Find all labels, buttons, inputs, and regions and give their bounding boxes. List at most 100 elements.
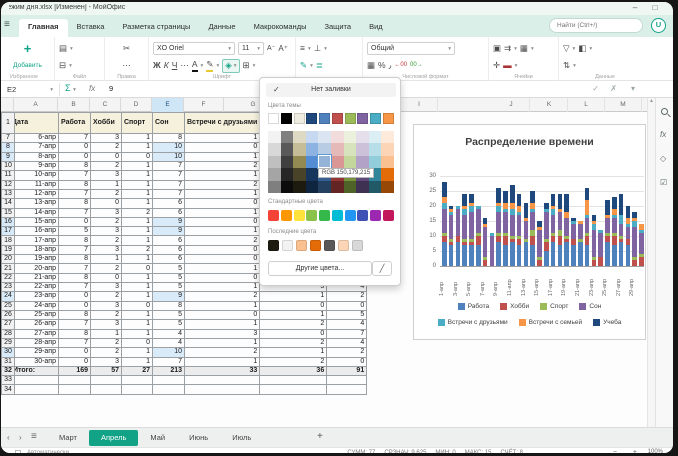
- cell-name-box[interactable]: E2▾: [4, 83, 56, 96]
- shade-color-swatch[interactable]: [268, 156, 281, 168]
- cell[interactable]: 7: [153, 189, 185, 198]
- cell[interactable]: 19-апр: [15, 255, 59, 264]
- cell[interactable]: 1: [260, 292, 327, 301]
- sheet-list-icon[interactable]: ≡: [31, 431, 37, 442]
- shade-color-swatch[interactable]: [281, 156, 294, 168]
- column-header-C[interactable]: C: [90, 98, 121, 112]
- cell[interactable]: 1: [91, 255, 122, 264]
- confirm-icon[interactable]: ✓: [592, 84, 599, 93]
- stacked-bar[interactable]: [503, 191, 508, 266]
- cell[interactable]: 1: [122, 283, 153, 292]
- shade-color-swatch[interactable]: [281, 168, 294, 180]
- cell[interactable]: 6: [153, 245, 185, 254]
- insert-cells-icon[interactable]: ⇉: [504, 42, 511, 55]
- shade-color-swatch[interactable]: [306, 168, 319, 180]
- borders-button[interactable]: ⊞: [243, 59, 250, 72]
- shade-color-swatch[interactable]: [381, 156, 394, 168]
- cell[interactable]: 20-апр: [15, 264, 59, 273]
- shade-color-swatch[interactable]: [318, 181, 331, 193]
- standard-color-swatch[interactable]: [268, 210, 279, 221]
- move-icon[interactable]: ✛: [493, 59, 500, 72]
- cell[interactable]: 10: [153, 348, 185, 357]
- recent-color-swatch[interactable]: [296, 240, 307, 251]
- menu-tab[interactable]: Главная: [19, 19, 68, 37]
- standard-color-swatch[interactable]: [383, 210, 394, 221]
- cell[interactable]: 9: [153, 217, 185, 226]
- shade-color-swatch[interactable]: [293, 168, 306, 180]
- row-number[interactable]: 1: [2, 113, 15, 134]
- cell[interactable]: 9: [153, 227, 185, 236]
- cell[interactable]: 2: [260, 357, 327, 366]
- shade-color-swatch[interactable]: [306, 131, 319, 143]
- cell[interactable]: 0: [59, 217, 91, 226]
- cell[interactable]: 24-апр: [15, 301, 59, 310]
- shade-color-swatch[interactable]: [293, 131, 306, 143]
- cell[interactable]: 0: [59, 292, 91, 301]
- stacked-bar[interactable]: [578, 221, 583, 266]
- row-number[interactable]: 13: [2, 189, 15, 198]
- shade-color-swatch[interactable]: [369, 156, 382, 168]
- shade-color-swatch[interactable]: [381, 181, 394, 193]
- row-number[interactable]: 23: [2, 283, 15, 292]
- cell[interactable]: 1: [122, 171, 153, 180]
- cell[interactable]: 1: [122, 189, 153, 198]
- stacked-bar[interactable]: [585, 188, 590, 266]
- cell[interactable]: 2: [91, 348, 122, 357]
- cell[interactable]: 7: [59, 320, 91, 329]
- more-colors-button[interactable]: Другие цвета...: [268, 261, 372, 276]
- stacked-bar[interactable]: [558, 194, 563, 266]
- checks-panel-icon[interactable]: ☑: [660, 178, 667, 187]
- cell[interactable]: 2: [91, 338, 122, 347]
- cell[interactable]: 12-апр: [15, 189, 59, 198]
- cell[interactable]: 1: [185, 283, 260, 292]
- row-number[interactable]: 8: [2, 143, 15, 152]
- cell[interactable]: 0: [91, 152, 122, 161]
- selected-color-swatch[interactable]: [318, 155, 331, 168]
- stacked-bar[interactable]: [551, 194, 556, 266]
- shade-color-swatch[interactable]: [356, 181, 369, 193]
- font-smaller-button[interactable]: A⁻: [267, 42, 275, 55]
- cell[interactable]: 1: [122, 161, 153, 170]
- cell[interactable]: 0: [327, 357, 367, 366]
- cell[interactable]: 6-апр: [15, 134, 59, 143]
- wrap-text-icon[interactable]: ≣: [316, 59, 323, 72]
- total-cell[interactable]: 169: [59, 366, 91, 375]
- column-header-A[interactable]: A: [14, 98, 58, 112]
- cell[interactable]: 7: [59, 245, 91, 254]
- cell[interactable]: 2: [185, 348, 260, 357]
- cell[interactable]: 1: [185, 189, 260, 198]
- cell[interactable]: 2: [91, 264, 122, 273]
- standard-color-swatch[interactable]: [319, 210, 330, 221]
- cell[interactable]: 4: [327, 320, 367, 329]
- cell[interactable]: 5: [153, 310, 185, 319]
- cell[interactable]: 3: [91, 134, 122, 143]
- header-cell[interactable]: Встречи с друзьями: [185, 113, 260, 134]
- standard-color-swatch[interactable]: [294, 210, 305, 221]
- total-cell[interactable]: 57: [91, 366, 122, 375]
- total-cell[interactable]: 36: [260, 366, 327, 375]
- merge-cells-icon[interactable]: ▦: [367, 59, 375, 72]
- standard-color-swatch[interactable]: [332, 210, 343, 221]
- stacked-bar[interactable]: [524, 203, 529, 266]
- shade-color-swatch[interactable]: [369, 131, 382, 143]
- fill-color-dropdown[interactable]: ▾: [234, 63, 237, 69]
- cell[interactable]: 18-апр: [15, 245, 59, 254]
- conditional-format-icon[interactable]: ◧: [578, 42, 586, 55]
- cell[interactable]: 1: [185, 338, 260, 347]
- cancel-icon[interactable]: ✗: [610, 84, 617, 93]
- cell[interactable]: 1: [185, 152, 260, 161]
- cell[interactable]: 7: [153, 357, 185, 366]
- cell[interactable]: 8: [59, 199, 91, 208]
- cell[interactable]: 1: [91, 180, 122, 189]
- cell[interactable]: 6: [153, 255, 185, 264]
- cell[interactable]: [153, 385, 185, 394]
- cell[interactable]: [327, 376, 367, 385]
- cell[interactable]: 8: [59, 255, 91, 264]
- cell[interactable]: 15-апр: [15, 217, 59, 226]
- row-number[interactable]: 20: [2, 255, 15, 264]
- cell[interactable]: 27-апр: [15, 329, 59, 338]
- column-header-B[interactable]: B: [58, 98, 90, 112]
- cell[interactable]: 2: [122, 245, 153, 254]
- cell[interactable]: 2: [327, 348, 367, 357]
- freeze-icon[interactable]: ▣: [493, 42, 501, 55]
